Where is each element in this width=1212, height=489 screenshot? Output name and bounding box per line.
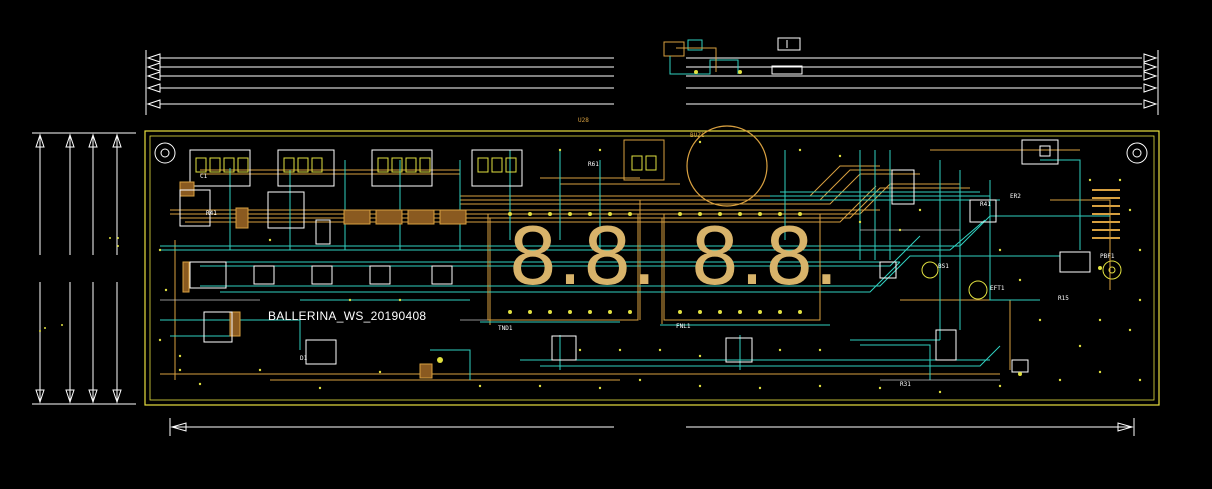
left-dimension-lines	[32, 132, 136, 405]
svg-text:C1: C1	[200, 173, 208, 180]
top-dimension-lines	[145, 50, 1159, 115]
svg-text:TND1: TND1	[498, 325, 513, 332]
left-side-dots	[39, 237, 119, 332]
svg-text:R31: R31	[900, 381, 911, 388]
svg-text:R15: R15	[1058, 295, 1069, 302]
svg-text:R41: R41	[980, 201, 991, 208]
svg-text:U28: U28	[578, 117, 589, 124]
bottom-dimension-line	[169, 418, 1135, 436]
top-component-cluster	[663, 37, 803, 75]
svg-text:PBF1: PBF1	[1100, 253, 1115, 260]
svg-text:R61: R61	[588, 161, 599, 168]
svg-text:FNL1: FNL1	[676, 323, 691, 330]
right-edge-connector	[1092, 189, 1120, 239]
silk-labels: U28 TND1 FNL1 BUZ1 R61 PBF1 R15 EFT1 BS1…	[200, 117, 1115, 388]
svg-text:BS1: BS1	[938, 263, 949, 270]
seven-segment-right-digits: 8.8.	[690, 213, 839, 303]
svg-text:ER2: ER2	[1010, 193, 1021, 200]
board-revision-label: BALLERINA_WS_20190408	[268, 309, 427, 323]
svg-text:R41: R41	[206, 210, 217, 217]
svg-text:BUZ1: BUZ1	[690, 132, 705, 139]
seven-segment-left-digits: 8.8.	[508, 213, 657, 303]
svg-text:D1: D1	[300, 355, 308, 362]
svg-text:EFT1: EFT1	[990, 285, 1005, 292]
